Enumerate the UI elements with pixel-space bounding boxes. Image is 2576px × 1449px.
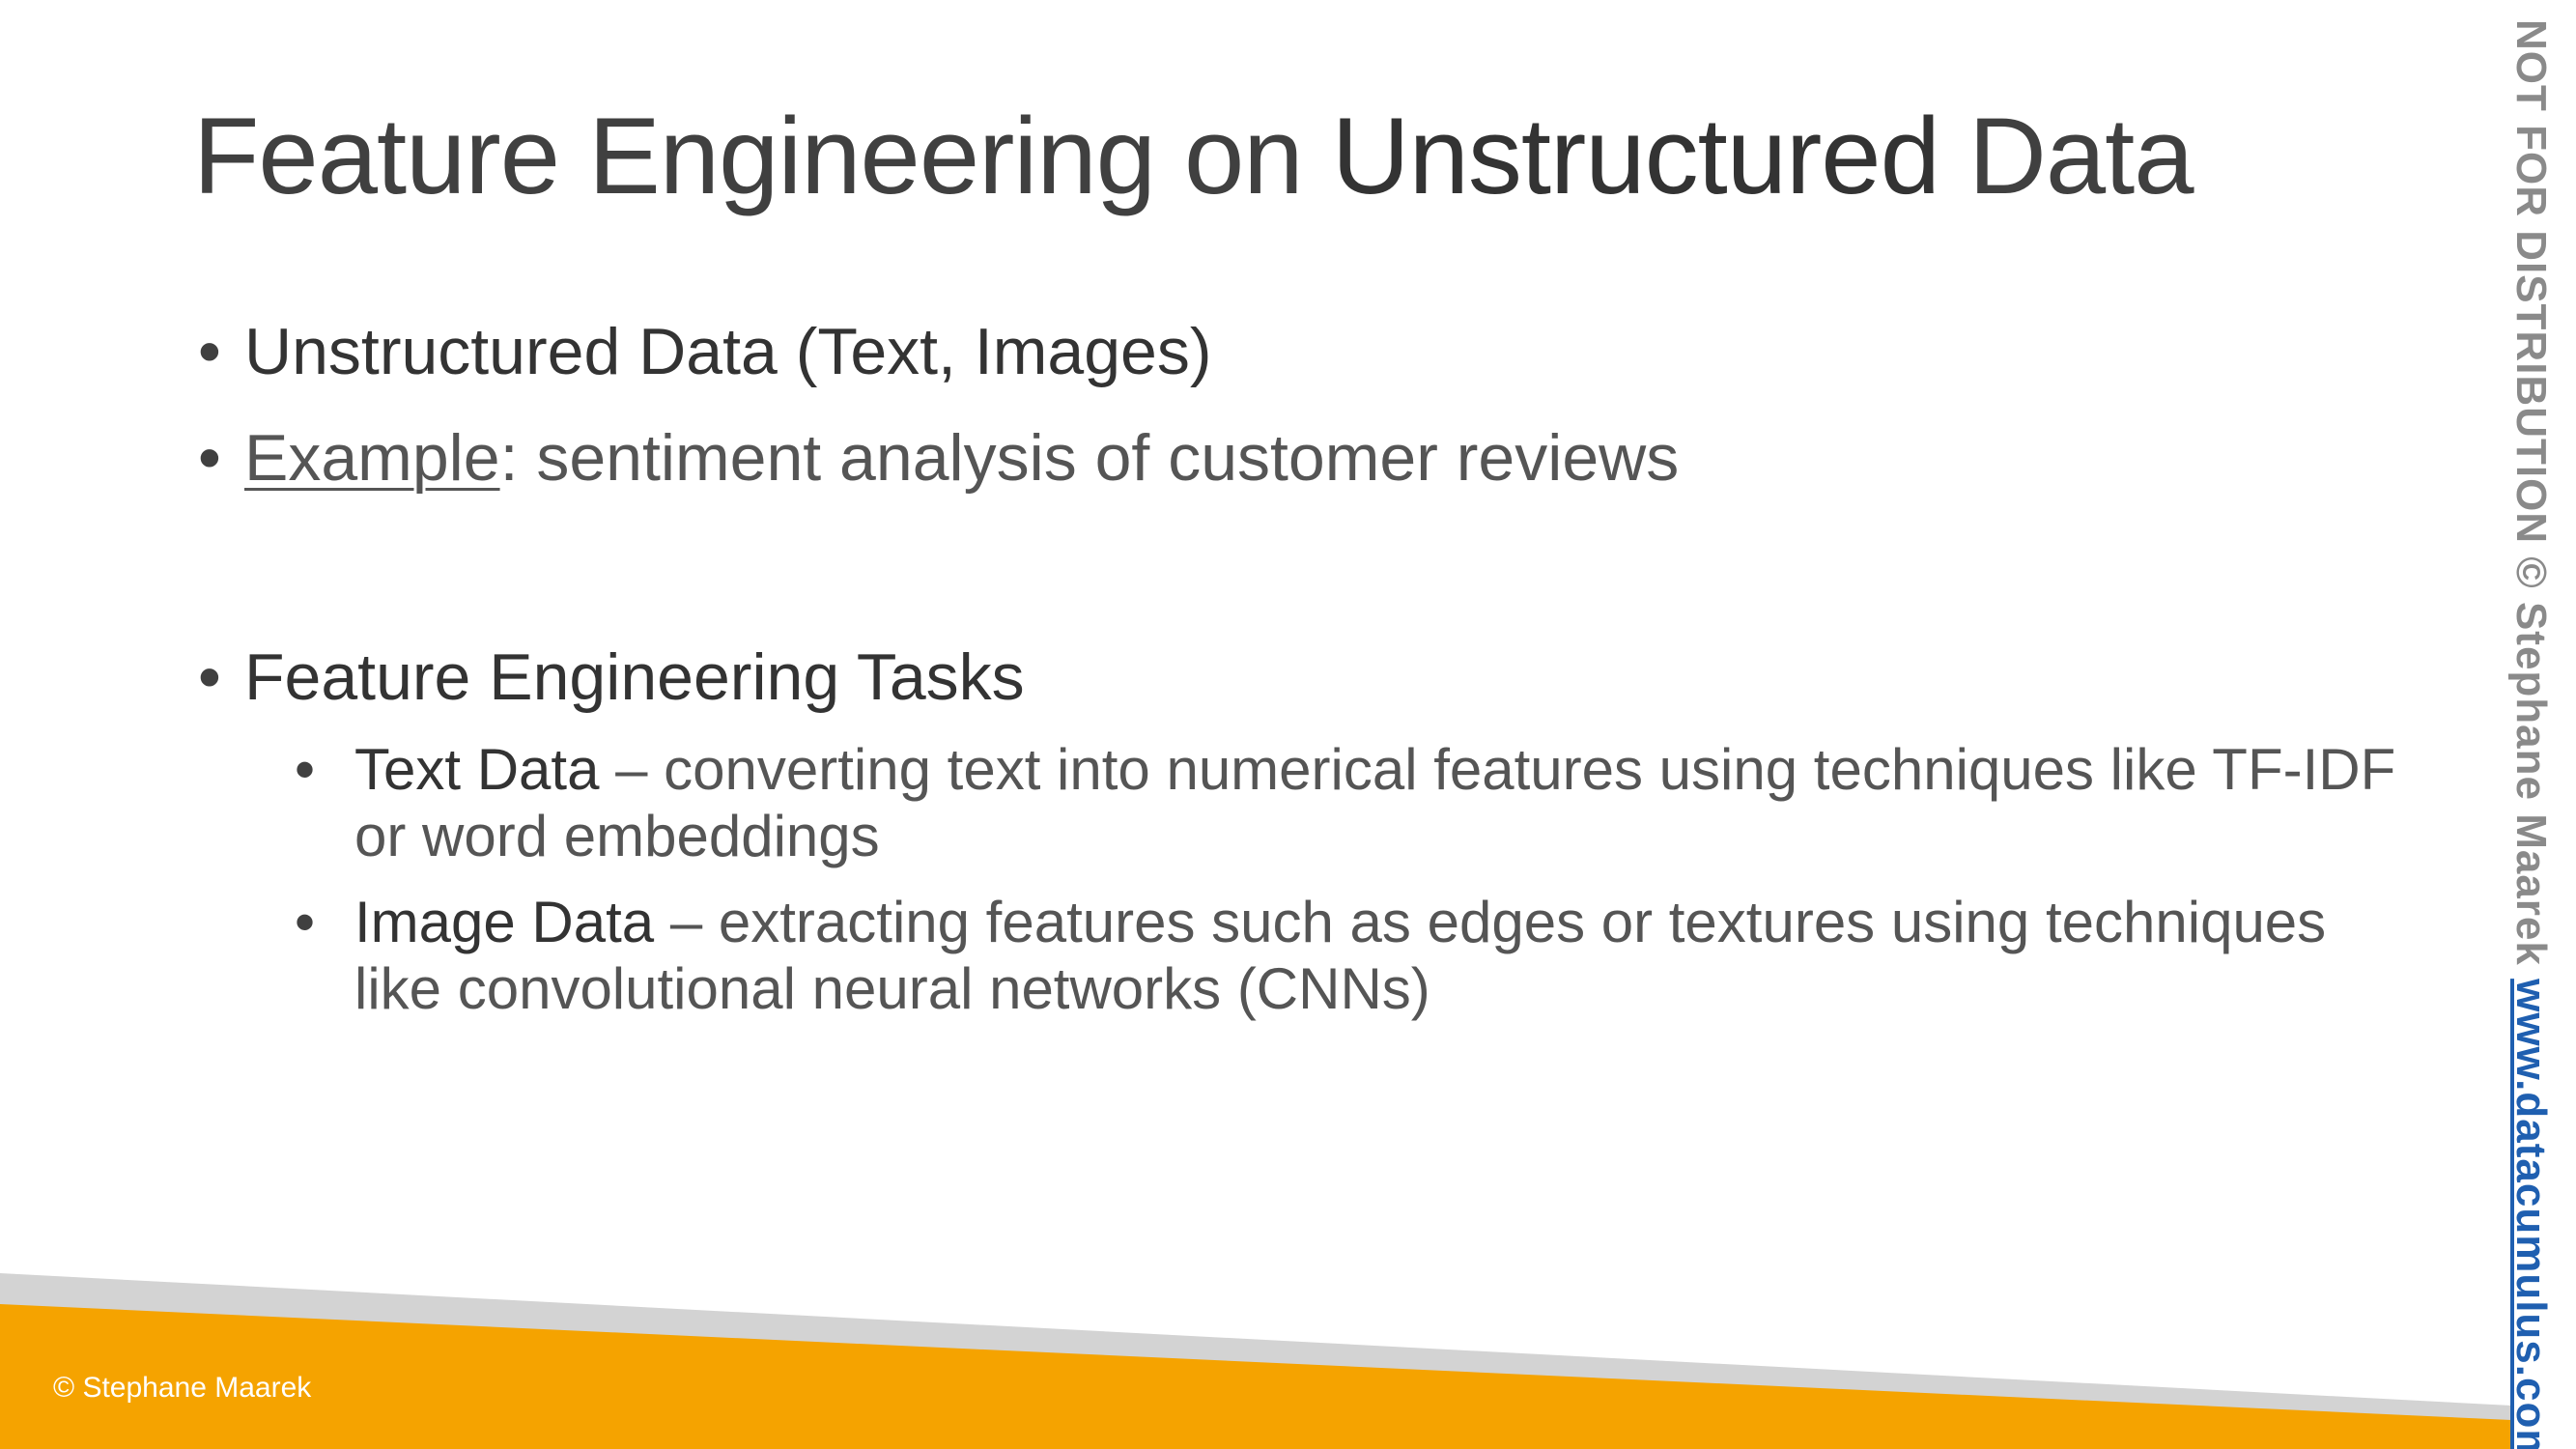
side-watermark: NOT FOR DISTRIBUTION © Stephane Maarek w… [2506,19,2555,1449]
website-link[interactable]: www.datacumulus.com [2507,979,2555,1449]
footer-orange-wedge [0,1304,2511,1449]
footer-band [0,1273,2511,1449]
footer-copyright: © Stephane Maarek [53,1372,312,1404]
distribution-notice: NOT FOR DISTRIBUTION © Stephane Maarek [2507,19,2555,980]
